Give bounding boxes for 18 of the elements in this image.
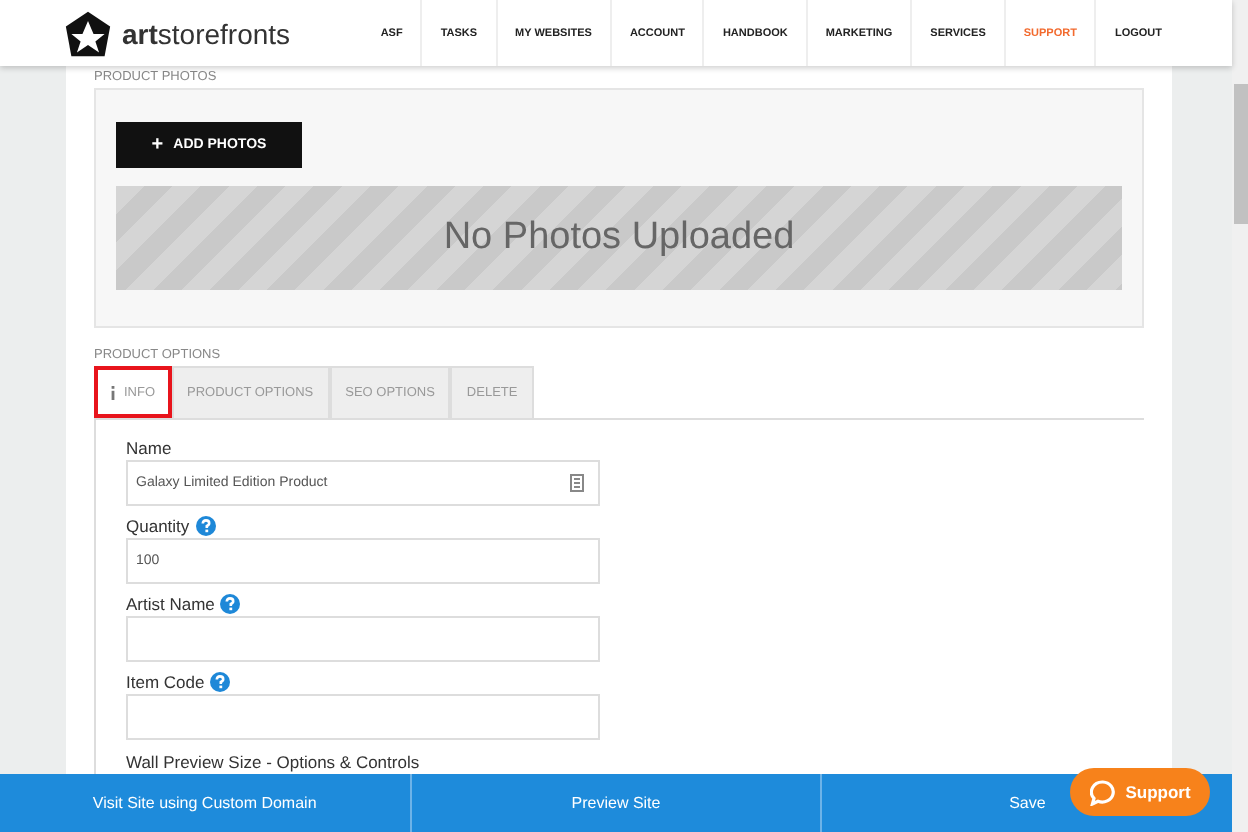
chat-bubble-icon bbox=[1089, 779, 1116, 805]
field-label: Item Code bbox=[126, 671, 205, 691]
scrollbar-thumb[interactable] bbox=[1234, 84, 1248, 224]
logo-icon[interactable] bbox=[64, 9, 112, 57]
input-field[interactable] bbox=[126, 616, 600, 662]
empty-message: No Photos Uploaded bbox=[443, 216, 795, 260]
field-label: Artist Name bbox=[126, 593, 215, 613]
help-icon[interactable] bbox=[210, 671, 231, 691]
clipboard-icon[interactable] bbox=[570, 474, 584, 492]
input-field[interactable] bbox=[126, 694, 600, 740]
info-icon bbox=[110, 386, 116, 400]
help-icon[interactable] bbox=[220, 593, 241, 613]
logo-text[interactable]: artstorefronts bbox=[122, 17, 291, 49]
help-icon[interactable] bbox=[195, 515, 216, 535]
scrollbar[interactable] bbox=[1232, 0, 1248, 832]
field-label: Quantity bbox=[126, 515, 190, 535]
field-label: Name bbox=[126, 437, 172, 457]
field-label: Wall Preview Size - Options & Controls bbox=[126, 752, 420, 772]
